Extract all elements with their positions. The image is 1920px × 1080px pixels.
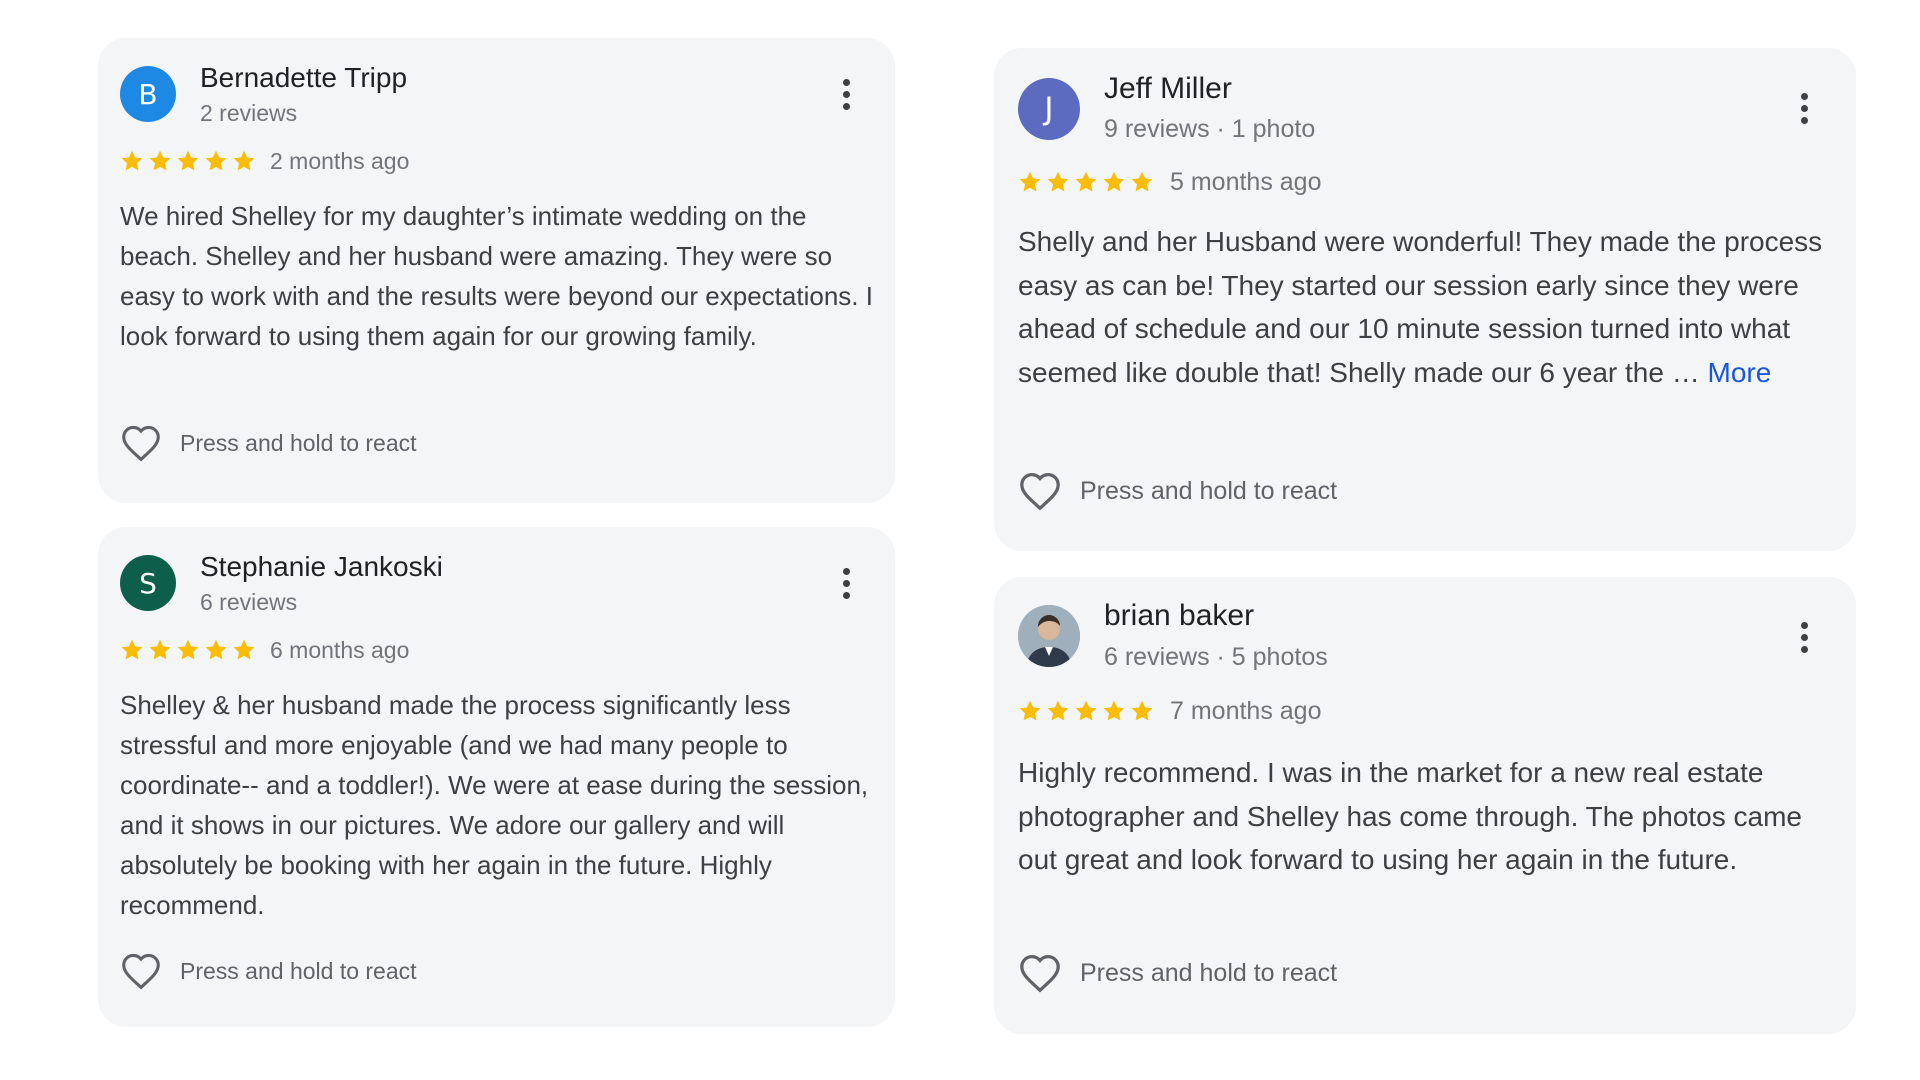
- more-link[interactable]: More: [1708, 357, 1772, 388]
- review-card: B Bernadette Tripp 2 reviews 2 months ag…: [98, 38, 895, 503]
- more-options-button[interactable]: [1794, 617, 1814, 657]
- reviewer-meta: 9 reviews · 1 photo: [1104, 115, 1316, 143]
- heart-outline-icon: [120, 952, 162, 990]
- heart-outline-icon: [1018, 953, 1062, 993]
- star-icon: [177, 150, 199, 171]
- star-icon: [1075, 171, 1097, 192]
- review-card: S Stephanie Jankoski 6 reviews 6 months …: [98, 527, 895, 1027]
- star-rating: [1018, 699, 1154, 723]
- review-time: 6 months ago: [270, 636, 410, 663]
- star-icon: [1131, 700, 1153, 721]
- reviewer-name[interactable]: Bernadette Tripp: [200, 62, 407, 94]
- react-label: Press and hold to react: [1080, 476, 1338, 505]
- rating-row: 6 months ago: [120, 635, 409, 665]
- star-icon: [1131, 171, 1153, 192]
- react-label: Press and hold to react: [1080, 958, 1338, 987]
- react-label: Press and hold to react: [180, 429, 417, 456]
- star-icon: [1019, 700, 1041, 721]
- avatar[interactable]: J: [1018, 78, 1080, 140]
- avatar[interactable]: B: [120, 66, 176, 122]
- star-icon: [1103, 700, 1125, 721]
- reviewer-meta: 2 reviews: [200, 100, 298, 126]
- review-text-body: Shelly and her Husband were wonderful! T…: [1018, 226, 1823, 388]
- star-icon: [177, 639, 199, 660]
- reviewer-meta: 6 reviews: [200, 589, 298, 615]
- star-rating: [120, 149, 256, 173]
- star-icon: [1047, 700, 1069, 721]
- star-icon: [205, 150, 227, 171]
- avatar[interactable]: S: [120, 555, 176, 611]
- star-icon: [1047, 171, 1069, 192]
- reviewer-name[interactable]: Stephanie Jankoski: [200, 551, 443, 583]
- review-text: Shelley & her husband made the process s…: [120, 690, 869, 920]
- reviewer-name[interactable]: Jeff Miller: [1104, 72, 1232, 106]
- reviewer-name[interactable]: brian baker: [1104, 599, 1254, 633]
- star-icon: [1075, 700, 1097, 721]
- star-icon: [233, 639, 255, 660]
- more-options-button[interactable]: [1794, 88, 1814, 128]
- more-options-button[interactable]: [836, 74, 856, 114]
- star-icon: [149, 639, 171, 660]
- star-icon: [233, 150, 255, 171]
- react-button[interactable]: Press and hold to react: [1018, 952, 1337, 994]
- star-icon: [121, 639, 143, 660]
- heart-outline-icon: [1018, 471, 1062, 511]
- review-text: Highly recommend. I was in the market fo…: [1018, 757, 1802, 875]
- star-icon: [121, 150, 143, 171]
- star-icon: [1019, 171, 1041, 192]
- review-time: 7 months ago: [1170, 696, 1322, 725]
- heart-outline-icon: [120, 424, 162, 462]
- react-label: Press and hold to react: [180, 957, 417, 984]
- review-text: Shelly and her Husband were wonderful! T…: [1018, 220, 1838, 394]
- reviewer-meta: 6 reviews · 5 photos: [1104, 643, 1328, 671]
- review-card: brian baker 6 reviews · 5 photos 7 month…: [994, 577, 1856, 1034]
- star-icon: [149, 150, 171, 171]
- review-time: 2 months ago: [270, 147, 410, 174]
- rating-row: 2 months ago: [120, 146, 409, 176]
- review-card: J Jeff Miller 9 reviews · 1 photo 5 mont…: [994, 48, 1856, 551]
- react-button[interactable]: Press and hold to react: [1018, 470, 1337, 512]
- star-rating: [1018, 170, 1154, 194]
- review-text: We hired Shelley for my daughter’s intim…: [120, 201, 873, 351]
- rating-row: 7 months ago: [1018, 695, 1322, 727]
- profile-photo-icon[interactable]: [1018, 605, 1080, 667]
- more-options-button[interactable]: [836, 563, 856, 603]
- star-rating: [120, 638, 256, 662]
- review-time: 5 months ago: [1170, 167, 1322, 196]
- react-button[interactable]: Press and hold to react: [120, 423, 417, 463]
- rating-row: 5 months ago: [1018, 166, 1322, 198]
- star-icon: [205, 639, 227, 660]
- react-button[interactable]: Press and hold to react: [120, 951, 417, 991]
- star-icon: [1103, 171, 1125, 192]
